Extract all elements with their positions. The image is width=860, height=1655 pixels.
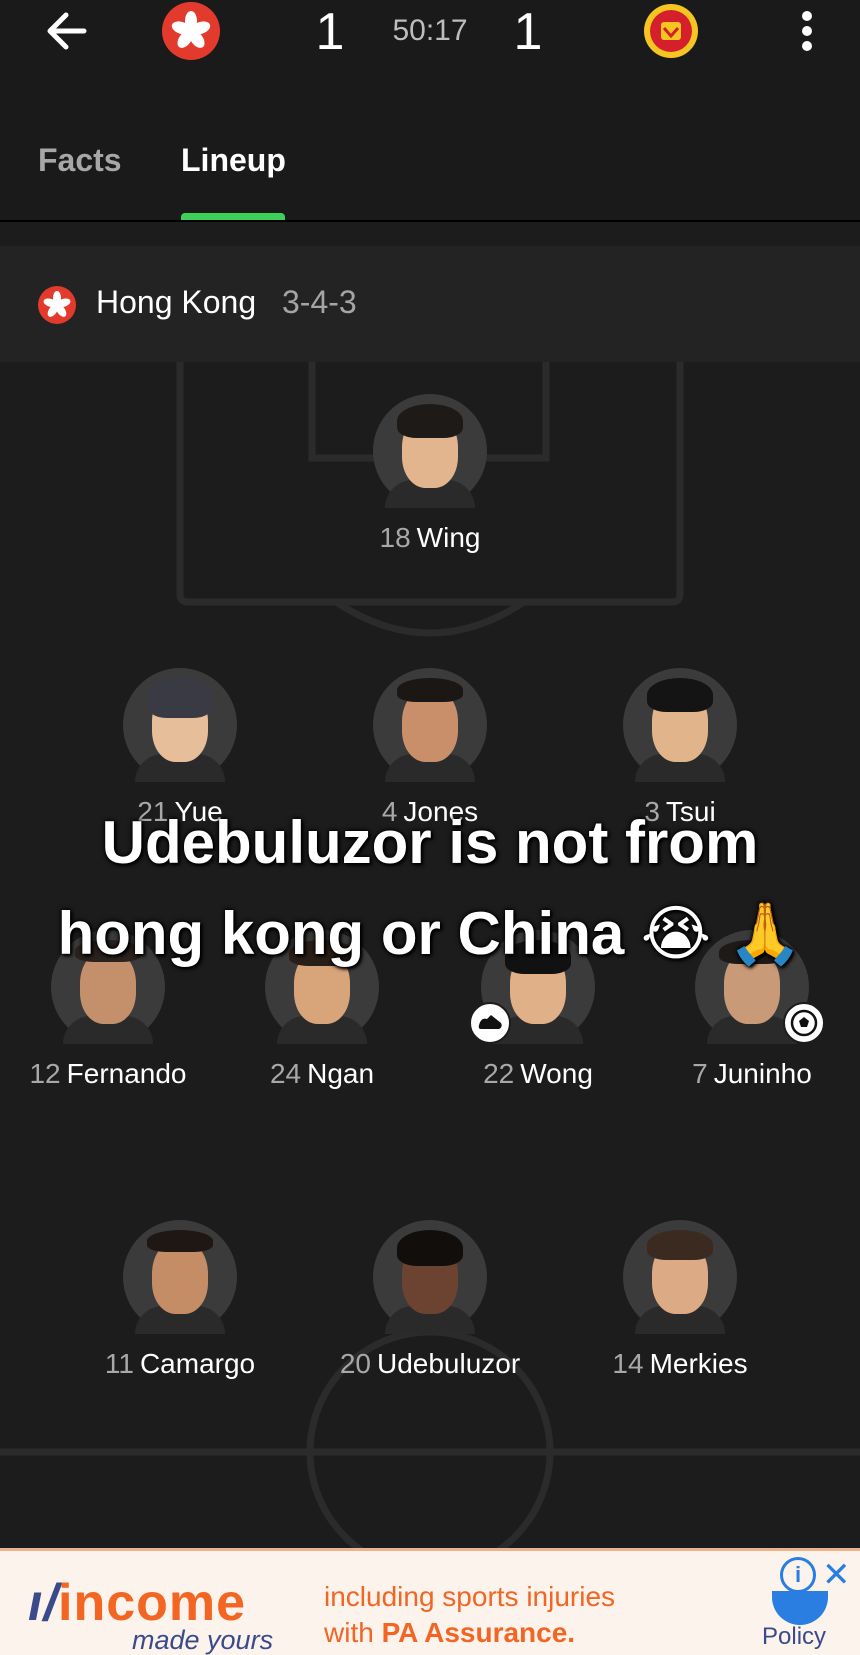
- player-label: 11 Camargo: [104, 1348, 256, 1379]
- manchester-united-crest-icon[interactable]: [642, 2, 700, 60]
- player-avatar: [373, 1220, 487, 1334]
- active-tab-indicator: [181, 213, 285, 220]
- player-avatar: [373, 394, 487, 508]
- player-label: 7 Juninho: [692, 1058, 812, 1089]
- more-options-icon[interactable]: [792, 4, 822, 56]
- player-card[interactable]: 20 Udebuluzor: [300, 1220, 560, 1380]
- tab-lineup[interactable]: Lineup: [181, 142, 286, 179]
- player-avatar: [623, 668, 737, 782]
- ad-info-icon[interactable]: i: [780, 1557, 816, 1593]
- boot-icon: [469, 1002, 511, 1044]
- hong-kong-flag-icon: [38, 286, 76, 324]
- ad-close-icon[interactable]: ✕: [822, 1555, 851, 1595]
- player-card[interactable]: 14 Merkies: [550, 1220, 810, 1380]
- away-score: 1: [513, 3, 543, 61]
- player-card[interactable]: 4 Jones: [300, 668, 560, 828]
- caption-text: hong kong or China 😭 🙏: [57, 900, 803, 967]
- player-label: 18 Wing: [379, 522, 481, 553]
- tab-facts[interactable]: Facts: [38, 142, 122, 179]
- ad-copy: including sports injuries with PA Assura…: [324, 1581, 616, 1648]
- ad-tagline: made yours: [132, 1625, 274, 1655]
- player-label: 20 Udebuluzor: [339, 1348, 521, 1379]
- team-name: Hong Kong: [96, 284, 257, 320]
- shield-icon: [772, 1591, 828, 1625]
- team-header: Hong Kong 3-4-3: [0, 246, 860, 362]
- formation: 3-4-3: [282, 284, 357, 320]
- ad-brand-logo: ı/income: [28, 1574, 247, 1632]
- player-avatar: [373, 668, 487, 782]
- ad-banner[interactable]: ı/income made yours including sports inj…: [0, 1548, 860, 1655]
- hong-kong-flag-icon[interactable]: [162, 2, 220, 60]
- player-avatar: [623, 1220, 737, 1334]
- player-card[interactable]: 11 Camargo: [50, 1220, 310, 1380]
- caption-text: Udebuluzor is not from: [101, 809, 759, 876]
- goal-ball-icon: [783, 1002, 825, 1044]
- player-avatar: [123, 668, 237, 782]
- player-label: 14 Merkies: [612, 1348, 748, 1379]
- ad-policy-text: Policy: [762, 1623, 827, 1650]
- match-header: 1 50:17 1 Facts Lineup: [0, 0, 860, 222]
- player-avatar: [123, 1220, 237, 1334]
- back-arrow-icon[interactable]: [40, 4, 96, 60]
- match-clock: 50:17: [392, 14, 468, 47]
- player-card[interactable]: 3 Tsui: [550, 668, 810, 828]
- home-score: 1: [315, 3, 345, 61]
- player-card[interactable]: 18 Wing: [300, 394, 560, 554]
- player-card[interactable]: 21 Yue: [50, 668, 310, 828]
